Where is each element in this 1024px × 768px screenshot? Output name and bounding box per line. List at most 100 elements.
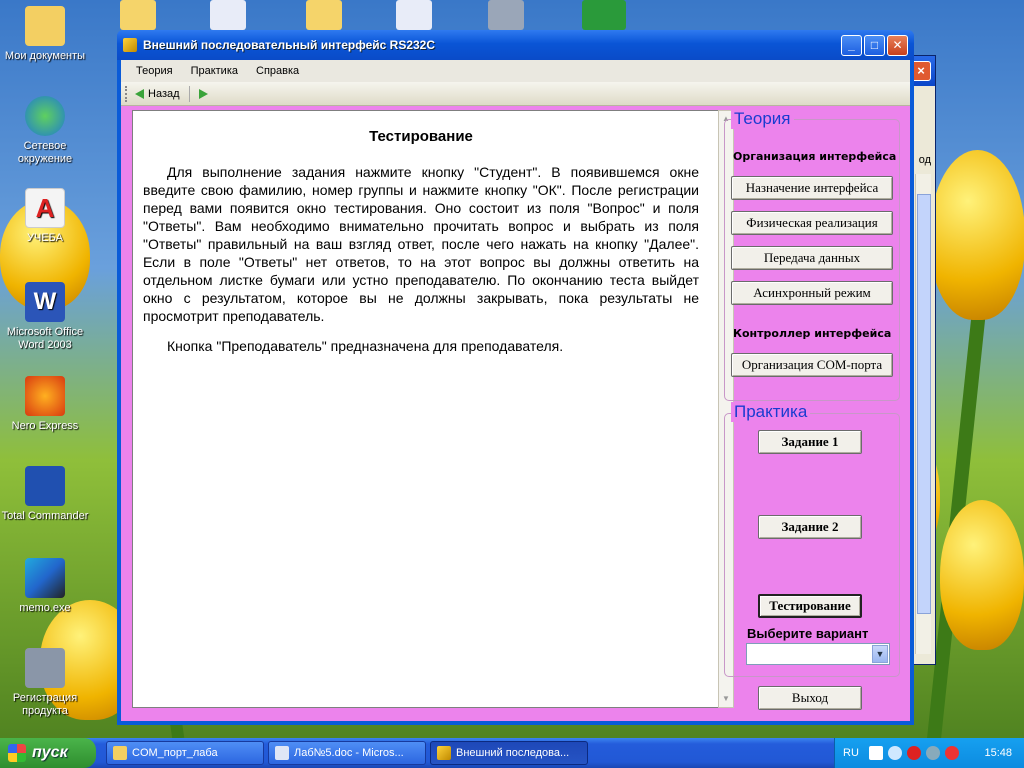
utorrent-icon[interactable] <box>582 0 626 30</box>
close-icon: ✕ <box>892 37 903 52</box>
close-icon[interactable]: × <box>911 61 931 81</box>
taskbar-item-label: Внешний последова... <box>456 747 570 759</box>
close-button[interactable]: ✕ <box>887 34 908 56</box>
system-tray: RU 15:48 <box>834 738 1024 768</box>
background-window-scrollbar[interactable] <box>915 174 931 654</box>
antivirus-icon[interactable] <box>906 746 921 760</box>
back-label: Назад <box>148 87 180 100</box>
word-icon: W <box>25 282 65 322</box>
taskbar-item-label: COM_порт_лаба <box>132 747 218 759</box>
forward-button[interactable] <box>196 87 211 101</box>
desktop-icon-my-documents[interactable]: Мои документы <box>0 6 93 63</box>
client-area: Тестирование Для выполнение задания нажм… <box>121 106 910 721</box>
interface-purpose-button[interactable]: Назначение интерфейса <box>731 176 893 200</box>
volume-icon[interactable] <box>887 746 902 760</box>
computer-icon[interactable] <box>488 0 524 30</box>
folder-icon <box>25 6 65 46</box>
word-icon <box>275 746 289 760</box>
desktop-icon-total-commander[interactable]: Total Commander <box>0 466 93 523</box>
clock[interactable]: 15:48 <box>984 747 1012 759</box>
content-paragraph: Для выполнение задания нажмите кнопку "С… <box>143 164 699 324</box>
window-titlebar[interactable]: Внешний последовательный интерфейс RS232… <box>117 30 914 60</box>
folder-icon <box>113 746 127 760</box>
camera-registration-icon <box>25 648 65 688</box>
maximize-icon: □ <box>870 37 879 52</box>
back-arrow-icon <box>135 88 144 99</box>
minimize-icon: _ <box>848 37 855 52</box>
scroll-down-button[interactable]: ▼ <box>719 691 733 707</box>
desktop-icon-registration[interactable]: Регистрация продукта <box>0 648 93 718</box>
folder-icon[interactable] <box>306 0 342 30</box>
taskbar-item-word-doc[interactable]: Лаб№5.doc - Micros... <box>268 741 426 765</box>
toolbar: Назад <box>121 82 910 106</box>
yandex-icon[interactable] <box>944 746 959 760</box>
taskbar-item-label: Лаб№5.doc - Micros... <box>294 747 404 759</box>
toolbar-separator <box>188 85 190 102</box>
content-heading: Тестирование <box>369 128 473 145</box>
chevron-down-icon[interactable]: ▼ <box>872 645 888 663</box>
folder-icon[interactable] <box>120 0 156 30</box>
toolbar-grip[interactable] <box>125 85 128 102</box>
theory-group-title: Теория <box>731 109 794 129</box>
help-icon[interactable] <box>868 746 883 760</box>
desktop-icon-label: Сетевое окружение <box>17 140 73 165</box>
acrobat-icon: A <box>25 188 65 228</box>
desktop-icon-word[interactable]: W Microsoft Office Word 2003 <box>0 282 93 352</box>
task-2-button[interactable]: Задание 2 <box>758 515 862 539</box>
content-paragraph: Кнопка "Преподаватель" предназначена для… <box>167 338 564 354</box>
taskbar-item-com-port[interactable]: COM_порт_лаба <box>106 741 264 765</box>
windows-logo-icon <box>8 744 26 762</box>
menu-bar: Теория Практика Справка <box>121 60 910 82</box>
word-doc-icon[interactable] <box>396 0 432 30</box>
practice-group-title: Практика <box>731 402 811 422</box>
physical-implementation-button[interactable]: Физическая реализация <box>731 211 893 235</box>
text-content: Тестирование Для выполнение задания нажм… <box>143 111 699 367</box>
desktop-icon-label: УЧЕБА <box>27 232 63 244</box>
desktop-icon-label: Total Commander <box>1 510 89 522</box>
minimize-button[interactable]: _ <box>841 34 862 56</box>
testing-button[interactable]: Тестирование <box>758 594 862 618</box>
start-label: пуск <box>32 744 68 761</box>
task-1-button[interactable]: Задание 1 <box>758 430 862 454</box>
taskbar: пуск COM_порт_лаба Лаб№5.doc - Micros...… <box>0 738 1024 768</box>
nero-flame-icon <box>25 376 65 416</box>
desktop-icon-label: Мои документы <box>4 50 86 62</box>
app-icon <box>437 746 451 760</box>
background-window-text-fragment: од <box>918 154 931 166</box>
memo-cubes-icon <box>25 558 65 598</box>
scroll-thumb[interactable] <box>917 194 931 614</box>
com-port-organization-button[interactable]: Организация COM-порта <box>731 353 893 377</box>
menu-theory[interactable]: Теория <box>127 65 182 77</box>
network-icon[interactable] <box>925 746 940 760</box>
interface-controller-label: Контроллер интерфейса <box>733 327 892 340</box>
app-window: Внешний последовательный интерфейс RS232… <box>117 30 914 725</box>
exit-button[interactable]: Выход <box>758 686 862 710</box>
menu-help[interactable]: Справка <box>247 65 308 77</box>
floppy-disk-icon <box>25 466 65 506</box>
desktop-icon-label: Регистрация продукта <box>12 692 78 717</box>
network-globe-icon <box>25 96 65 136</box>
forward-arrow-icon <box>198 88 208 99</box>
desktop-icon-label: Microsoft Office Word 2003 <box>6 326 84 351</box>
desktop-icon-nero[interactable]: Nero Express <box>0 376 93 433</box>
start-button[interactable]: пуск <box>0 738 96 768</box>
desktop-icon-ucheba[interactable]: A УЧЕБА <box>0 188 93 245</box>
choose-variant-label: Выберите вариант <box>747 626 869 641</box>
app-icon <box>123 38 137 52</box>
desktop-icon-network[interactable]: Сетевое окружение <box>0 96 93 166</box>
window-title: Внешний последовательный интерфейс RS232… <box>143 38 436 52</box>
menu-practice[interactable]: Практика <box>182 65 247 77</box>
desktop-icon-label: memo.exe <box>19 602 71 614</box>
desktop-icon-memo[interactable]: memo.exe <box>0 558 93 615</box>
maximize-button[interactable]: □ <box>864 34 885 56</box>
desktop-icon-label: Nero Express <box>11 420 79 432</box>
text-pane: Тестирование Для выполнение задания нажм… <box>132 110 718 708</box>
language-indicator[interactable]: RU <box>843 747 859 759</box>
data-transfer-button[interactable]: Передача данных <box>731 246 893 270</box>
interface-organization-label: Организация интерфейса <box>733 150 897 163</box>
variant-select[interactable]: ▼ <box>746 643 890 665</box>
async-mode-button[interactable]: Асинхронный режим <box>731 281 893 305</box>
word-doc-icon[interactable] <box>210 0 246 30</box>
back-button[interactable]: Назад <box>132 86 183 102</box>
taskbar-item-rs232c[interactable]: Внешний последова... <box>430 741 588 765</box>
